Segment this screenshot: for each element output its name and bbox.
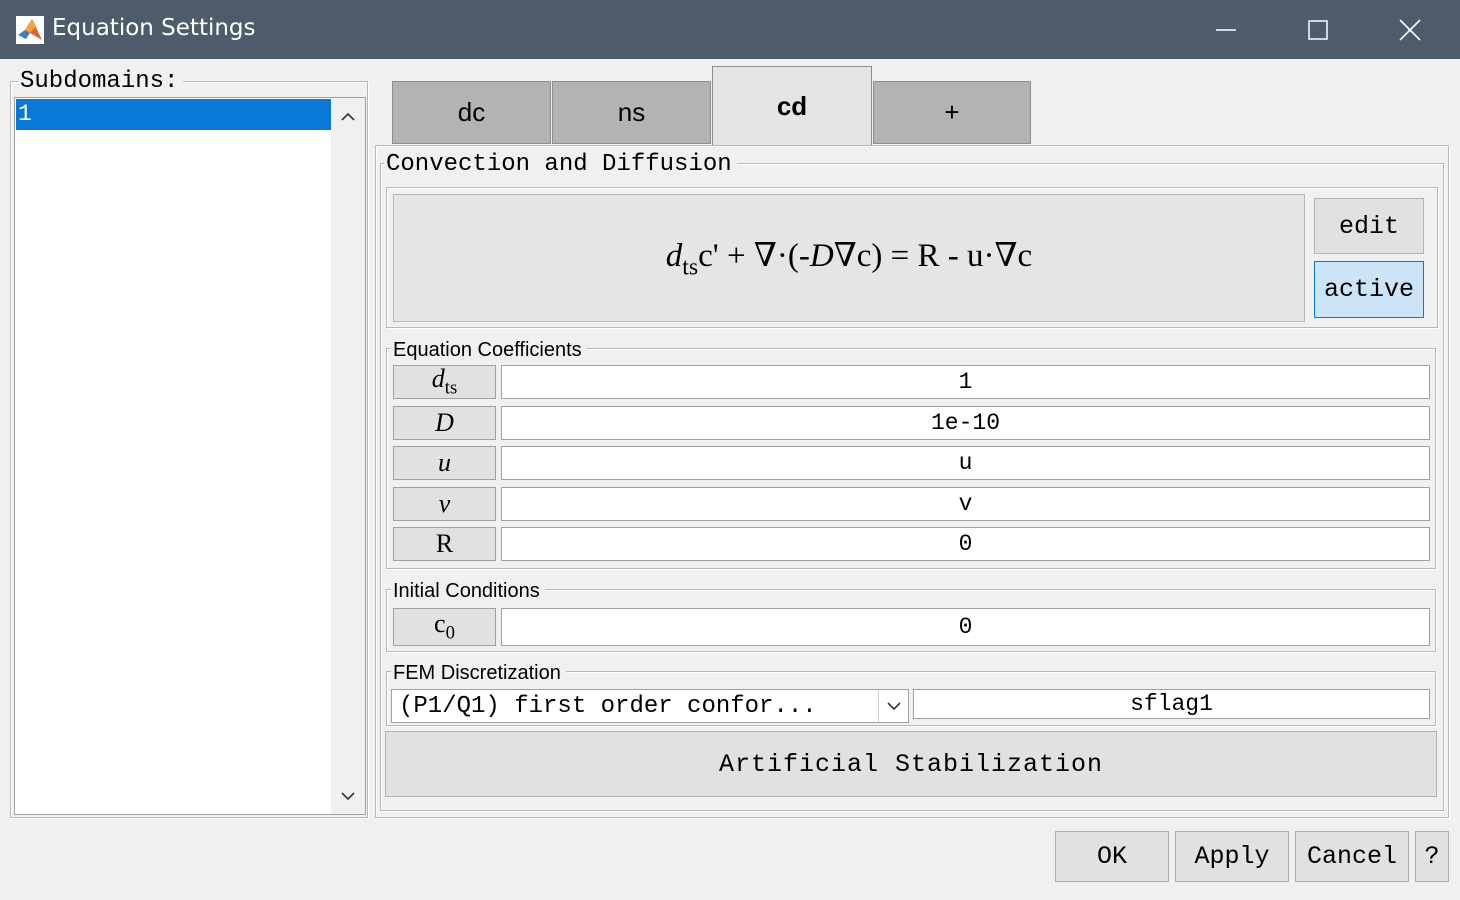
ic-symbol: c bbox=[434, 609, 446, 639]
initial-condition-field-c0[interactable]: 0 bbox=[501, 608, 1430, 646]
coef-symbol: d bbox=[431, 364, 445, 394]
minimize-button[interactable] bbox=[1180, 0, 1272, 59]
equation-coef: d bbox=[665, 237, 683, 274]
chevron-down-icon bbox=[886, 702, 901, 711]
chevron-down-icon bbox=[341, 792, 355, 801]
window-title: Equation Settings bbox=[52, 15, 256, 41]
coef-symbol: R bbox=[435, 529, 454, 558]
ok-button[interactable]: OK bbox=[1055, 831, 1169, 882]
coef-sub: ts bbox=[444, 377, 458, 399]
physics-group-label: Convection and Diffusion bbox=[384, 153, 737, 177]
coef-label-r: R bbox=[393, 527, 496, 561]
equation-expression: dtsc' + ∇·(-D∇c) = R - u·∇c bbox=[666, 235, 1032, 281]
coef-label-u: u bbox=[393, 446, 496, 480]
coef-field-d[interactable]: 1e-10 bbox=[501, 406, 1430, 440]
shape-flag-value: sflag1 bbox=[1130, 691, 1213, 717]
cancel-button[interactable]: Cancel bbox=[1295, 831, 1409, 882]
coef-value: 1e-10 bbox=[930, 410, 1000, 436]
tab-cd[interactable]: cd bbox=[712, 66, 872, 146]
maximize-icon bbox=[1308, 19, 1328, 40]
coef-field-dts[interactable]: 1 bbox=[501, 365, 1430, 399]
apply-button[interactable]: Apply bbox=[1175, 831, 1289, 882]
edit-button[interactable]: edit bbox=[1314, 198, 1424, 254]
coef-symbol: D bbox=[435, 408, 454, 437]
tab-ns[interactable]: ns bbox=[552, 81, 711, 144]
minimize-icon bbox=[1216, 28, 1236, 31]
coef-symbol: u bbox=[438, 448, 451, 477]
fem-element-select[interactable]: (P1/Q1) first order confor... bbox=[391, 689, 909, 723]
coef-value: 0 bbox=[958, 531, 973, 557]
scroll-down-button[interactable] bbox=[331, 779, 365, 813]
tab-label: cd bbox=[776, 90, 808, 121]
scroll-up-button[interactable] bbox=[331, 100, 365, 134]
coef-label-v: v bbox=[393, 487, 496, 521]
subdomain-listbox[interactable]: 1 bbox=[14, 97, 366, 815]
tab-label: dc bbox=[457, 97, 486, 127]
artificial-stabilization-button[interactable]: Artificial Stabilization bbox=[385, 731, 1437, 797]
vertical-scrollbar[interactable] bbox=[331, 98, 365, 814]
maximize-button[interactable] bbox=[1272, 0, 1364, 59]
coef-value: u bbox=[958, 450, 973, 476]
equation-grad: ∇c bbox=[833, 237, 872, 274]
tab-add[interactable]: + bbox=[873, 81, 1031, 144]
coef-label-d: D bbox=[393, 406, 496, 440]
equation-lhs: ' + ∇·(- bbox=[712, 237, 810, 274]
ic-sub: 0 bbox=[445, 622, 455, 644]
equation-display: dtsc' + ∇·(-D∇c) = R - u·∇c bbox=[393, 194, 1305, 322]
initial-condition-label-c0: c0 bbox=[393, 608, 496, 646]
title-bar: Equation Settings bbox=[0, 0, 1460, 59]
coef-symbol: v bbox=[438, 489, 451, 518]
tab-label: + bbox=[944, 97, 960, 127]
tab-label: ns bbox=[617, 97, 646, 127]
close-icon bbox=[1399, 18, 1421, 41]
coef-field-v[interactable]: v bbox=[501, 487, 1430, 521]
help-button[interactable]: ? bbox=[1415, 831, 1449, 882]
subdomain-item-1[interactable]: 1 bbox=[16, 99, 331, 130]
initial-conditions-label: Initial Conditions bbox=[391, 581, 545, 601]
shape-flag-field[interactable]: sflag1 bbox=[913, 689, 1430, 719]
fem-element-value: (P1/Q1) first order confor... bbox=[399, 693, 817, 720]
equation-rhs: ) = R - u·∇c bbox=[871, 237, 1033, 274]
tab-dc[interactable]: dc bbox=[392, 81, 551, 144]
coef-value: 1 bbox=[958, 369, 973, 395]
equation-coef-sub: ts bbox=[682, 254, 699, 281]
matlab-icon bbox=[16, 16, 44, 44]
equation-var: c bbox=[698, 237, 713, 274]
fem-group-label: FEM Discretization bbox=[391, 663, 566, 683]
coef-field-u[interactable]: u bbox=[501, 446, 1430, 480]
equation-diff: D bbox=[809, 237, 834, 274]
coef-value: v bbox=[958, 491, 973, 517]
coef-field-r[interactable]: 0 bbox=[501, 527, 1430, 561]
ic-value: 0 bbox=[958, 614, 973, 640]
close-button[interactable] bbox=[1364, 0, 1456, 59]
coef-label-dts: dts bbox=[393, 364, 496, 399]
chevron-up-icon bbox=[341, 112, 355, 121]
active-toggle[interactable]: active bbox=[1314, 261, 1424, 318]
coefficients-group-label: Equation Coefficients bbox=[391, 340, 587, 360]
dropdown-arrow[interactable] bbox=[878, 690, 908, 722]
subdomains-label: Subdomains: bbox=[18, 70, 184, 94]
